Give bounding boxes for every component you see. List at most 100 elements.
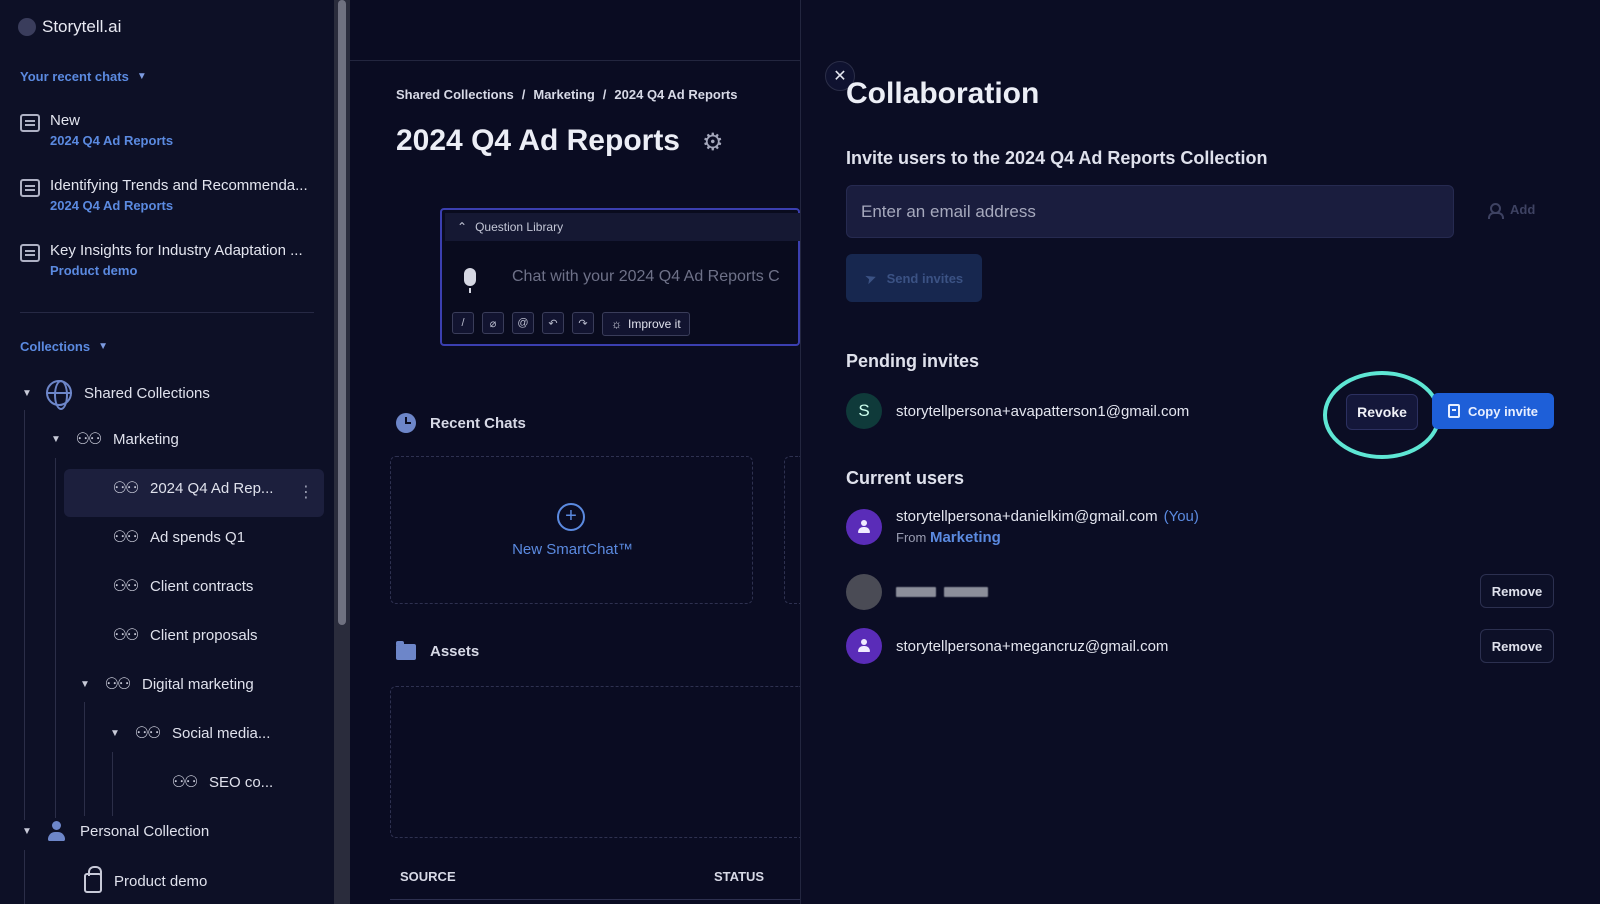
recent-chat-item[interactable]: Identifying Trends and Recommenda... 202… (20, 177, 320, 213)
storytell-logo-icon (18, 18, 36, 36)
tree-item-marketing[interactable]: ▼ ⚇⚇ Marketing (51, 429, 179, 449)
recent-chat-item[interactable]: New 2024 Q4 Ad Reports (20, 112, 320, 148)
recent-chats-label: Your recent chats (20, 69, 129, 84)
clipboard-icon (1447, 404, 1460, 418)
collections-label: Collections (20, 339, 91, 354)
group-icon: ⚇⚇ (134, 725, 162, 742)
tree-item-personal-collection[interactable]: ▼ Personal Collection (22, 820, 209, 842)
tree-item-digital-marketing[interactable]: ▼ ⚇⚇ Digital marketing (80, 674, 254, 694)
triangle-down-icon[interactable]: ▼ (80, 679, 92, 690)
improve-it-button[interactable]: ☼ Improve it (602, 312, 690, 336)
column-header-status[interactable]: STATUS (714, 869, 764, 884)
group-icon: ⚇⚇ (112, 480, 140, 497)
tree-item-label: Digital marketing (142, 675, 254, 693)
current-users-heading: Current users (846, 468, 965, 488)
tree-item-2024-q4-ad-reports[interactable]: ⚇⚇ 2024 Q4 Ad Rep... (112, 478, 274, 498)
group-icon: ⚇⚇ (112, 627, 140, 644)
assets-dropzone[interactable] (390, 686, 800, 838)
sidebar-scrollbar[interactable] (334, 0, 350, 904)
tree-item-label: Marketing (113, 430, 179, 448)
tree-item-social-media[interactable]: ▼ ⚇⚇ Social media... (110, 723, 270, 743)
email-input[interactable] (846, 185, 1454, 238)
avatar: S (846, 393, 882, 429)
caret-down-icon: ▼ (98, 341, 108, 352)
recent-chat-item[interactable]: Key Insights for Industry Adaptation ...… (20, 242, 320, 278)
triangle-down-icon[interactable]: ▼ (110, 728, 122, 739)
slash-command-icon[interactable]: / (452, 312, 474, 334)
close-icon: ✕ (833, 68, 847, 85)
tree-item-product-demo[interactable]: Product demo (84, 866, 207, 893)
collaboration-panel (800, 0, 1600, 904)
from-collection-link[interactable]: Marketing (930, 529, 1001, 546)
column-header-source[interactable]: SOURCE (400, 869, 456, 884)
recent-chat-collection: 2024 Q4 Ad Reports (50, 198, 174, 213)
assets-section: Assets (396, 640, 480, 660)
tree-item-label: Ad spends Q1 (150, 528, 246, 546)
question-library-label: Question Library (475, 220, 564, 234)
remove-button[interactable]: Remove (1480, 629, 1554, 663)
microphone-icon[interactable] (464, 268, 476, 293)
more-options-icon[interactable]: ⋮ (298, 482, 314, 502)
question-library-toggle[interactable]: ⌃ Question Library (445, 213, 802, 241)
brand-name: Storytell.ai (42, 17, 122, 36)
chat-input[interactable]: Chat with your 2024 Q4 Ad Reports C (512, 268, 780, 286)
improve-it-label: Improve it (628, 317, 681, 331)
tree-guide (24, 850, 25, 904)
tree-item-label: Shared Collections (84, 384, 210, 402)
recent-chats-toggle[interactable]: Your recent chats ▼ (20, 69, 147, 84)
add-button[interactable]: Add (1488, 202, 1536, 219)
triangle-down-icon[interactable]: ▼ (51, 434, 63, 445)
tree-item-client-contracts[interactable]: ⚇⚇ Client contracts (112, 576, 254, 596)
undo-icon[interactable]: ↶ (542, 312, 564, 334)
recent-chat-card[interactable] (784, 456, 800, 604)
copy-invite-label: Copy invite (1467, 403, 1539, 419)
send-invites-button[interactable]: ➤ Send invites (846, 254, 982, 302)
current-user-row: storytellpersona+megancruz@gmail.com (846, 628, 1168, 664)
current-user-email: storytellpersona+danielkim@gmail.com (896, 508, 1158, 525)
top-bar (350, 0, 800, 61)
copy-invite-button[interactable]: Copy invite (1432, 393, 1554, 429)
lightbulb-icon: ☼ (611, 317, 622, 331)
recent-chat-collection: Product demo (50, 263, 138, 278)
highlight-annotation (1323, 371, 1441, 459)
scrollbar-thumb[interactable] (338, 0, 346, 625)
from-prefix: From (896, 530, 927, 545)
tree-item-ad-spends[interactable]: ⚇⚇ Ad spends Q1 (112, 527, 245, 547)
remove-button[interactable]: Remove (1480, 574, 1554, 608)
current-user-row: storytellpersona+danielkim@gmail.com (You… (846, 508, 1199, 546)
paper-plane-icon: ➤ (862, 268, 879, 288)
assets-heading: Assets (430, 643, 480, 660)
folder-icon (396, 640, 416, 660)
redo-icon[interactable]: ↷ (572, 312, 594, 334)
gear-icon[interactable]: ⚙ (702, 128, 724, 157)
tree-item-shared-collections[interactable]: ▼ Shared Collections (22, 380, 210, 410)
collections-toggle[interactable]: Collections ▼ (20, 339, 108, 354)
redacted-block (944, 587, 988, 597)
person-icon (857, 520, 871, 534)
chevron-up-icon: ⌃ (457, 220, 468, 234)
add-label: Add (1510, 202, 1536, 217)
paperclip-icon[interactable]: ⌀ (482, 312, 504, 334)
redacted-name (896, 587, 988, 597)
tree-item-label: Client proposals (150, 626, 258, 644)
recent-chats-heading: Recent Chats (430, 414, 526, 432)
breadcrumb-shared-collections[interactable]: Shared Collections (396, 87, 514, 102)
triangle-down-icon[interactable]: ▼ (22, 388, 34, 399)
from-line: From Marketing (896, 529, 1199, 546)
redacted-block (896, 587, 936, 597)
chat-bubble-icon (20, 114, 40, 132)
brand[interactable]: Storytell.ai (18, 17, 121, 37)
pending-invites-heading: Pending invites (846, 351, 980, 371)
breadcrumb-marketing[interactable]: Marketing (533, 87, 594, 102)
new-smartchat-card[interactable]: + New SmartChat™ (390, 456, 753, 604)
recent-chats-section: Recent Chats (396, 413, 526, 433)
breadcrumb-current: 2024 Q4 Ad Reports (614, 87, 738, 102)
mention-icon[interactable]: @ (512, 312, 534, 334)
triangle-down-icon[interactable]: ▼ (22, 826, 34, 837)
breadcrumb-separator: / (602, 87, 607, 102)
you-label: (You) (1163, 508, 1199, 525)
recent-chat-title: Key Insights for Industry Adaptation ... (50, 242, 303, 259)
tree-item-seo[interactable]: ⚇⚇ SEO co... (171, 772, 274, 792)
clock-icon (396, 413, 416, 433)
tree-item-client-proposals[interactable]: ⚇⚇ Client proposals (112, 625, 258, 645)
